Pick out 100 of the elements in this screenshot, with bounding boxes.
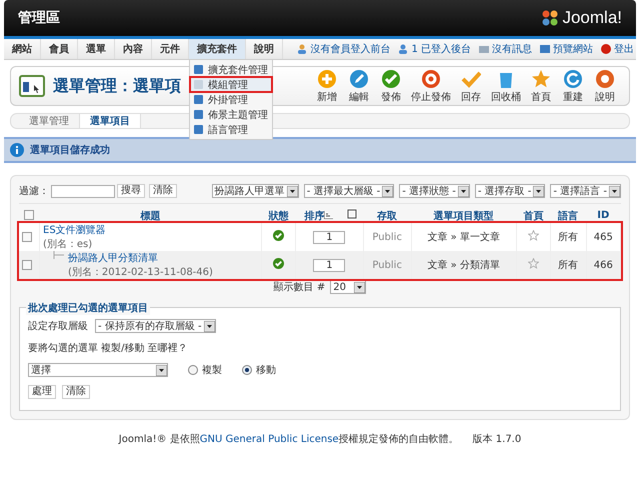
filter-select[interactable]: - 選擇最大層級 -	[304, 184, 394, 198]
dropdown-item[interactable]: 外掛管理	[190, 92, 272, 107]
dropdown-arrow-icon	[533, 186, 544, 196]
toolbar-button[interactable]: 回收桶	[487, 68, 525, 104]
status-link[interactable]: 沒有會員登入前台	[310, 42, 390, 56]
published-icon[interactable]	[273, 258, 284, 269]
dropdown-arrow-icon	[382, 186, 394, 196]
batch-legend: 批次處理已勾選的選單項目	[26, 301, 150, 315]
row-checkbox[interactable]	[22, 232, 32, 242]
item-title-link[interactable]: ES文件瀏覽器	[43, 223, 106, 237]
page-size-label: 顯示數目 #	[274, 280, 326, 294]
column-header[interactable]: ID	[586, 208, 620, 223]
menu-item[interactable]: 選單	[78, 39, 115, 59]
menu-manager-icon	[19, 75, 45, 97]
dropdown-arrow-icon	[609, 186, 620, 196]
version-text: 版本 1.7.0	[472, 432, 522, 446]
page-title: 選單管理：選單項	[53, 76, 181, 96]
menu-item[interactable]: 會員	[41, 39, 78, 59]
toolbar-button[interactable]: 重建	[557, 68, 589, 104]
filter-select[interactable]: 扮謁路人甲選單	[212, 184, 299, 198]
footer-text: Joomla!® 是依照	[118, 433, 200, 446]
radio-button[interactable]	[188, 365, 198, 375]
alert-icon	[601, 44, 611, 54]
move-question: 要將勾選的選單 複製/移動 至哪裡？	[28, 342, 188, 355]
star-icon[interactable]	[528, 230, 539, 241]
order-field[interactable]: 1	[313, 230, 346, 244]
batch-button[interactable]: 處理	[28, 385, 56, 399]
license-link[interactable]: GNU General Public License	[200, 434, 339, 444]
status-link[interactable]: 沒有訊息	[492, 42, 532, 56]
filter-select[interactable]: - 選擇存取 -	[474, 184, 546, 198]
dropdown-arrow-icon	[354, 282, 366, 292]
save-order-icon[interactable]	[347, 209, 358, 219]
column-header[interactable]: 存取	[363, 208, 412, 223]
home-icon	[531, 68, 551, 88]
radio-label: 複製	[202, 364, 222, 377]
filter-button[interactable]: 搜尋	[117, 184, 145, 198]
menu-item[interactable]: 網站	[4, 39, 41, 59]
column-header[interactable]: 標題	[40, 208, 262, 223]
radio-button[interactable]	[242, 365, 252, 375]
filter-label: 過濾：	[19, 184, 49, 198]
row-checkbox[interactable]	[22, 260, 32, 270]
toolbar-button[interactable]: 新增	[311, 68, 343, 104]
filter-select[interactable]: - 選擇狀態 -	[399, 184, 470, 198]
status-link[interactable]: 1 已登入後台	[411, 42, 471, 56]
page-size-select[interactable]: 20	[330, 280, 366, 294]
add-icon	[317, 68, 337, 88]
filter-select[interactable]: - 選擇語言 -	[550, 184, 621, 198]
unpublish-icon	[421, 68, 441, 88]
dropdown-arrow-icon	[458, 186, 469, 196]
order-field[interactable]: 1	[313, 258, 346, 272]
dropdown-item[interactable]: 佈景主題管理	[190, 107, 272, 122]
toolbar-button[interactable]: 發佈	[375, 68, 407, 104]
user-icon	[398, 44, 408, 54]
toolbar-button[interactable]: 編輯	[343, 68, 375, 104]
dropdown-item[interactable]: 語言管理	[190, 122, 272, 137]
submenu-tab[interactable]: 選單項目	[80, 114, 141, 128]
dropdown-item[interactable]: 模組管理	[190, 77, 272, 92]
table-cell: 文章 » 分類清單	[411, 251, 516, 279]
rebuild-icon	[563, 68, 583, 88]
item-title-link[interactable]: 扮謁路人甲分類清單	[68, 251, 213, 265]
toolbar-button[interactable]: 回存	[455, 68, 487, 104]
access-select[interactable]: - 保持原有的存取層級 -	[95, 319, 216, 333]
toolbar-button[interactable]: 說明	[589, 68, 621, 104]
header-title: 管理區	[18, 9, 60, 27]
star-icon[interactable]	[528, 258, 539, 269]
access-label: 設定存取層級	[28, 320, 88, 333]
status-link[interactable]: 預覽網站	[553, 42, 593, 56]
table-cell: 所有	[550, 251, 586, 279]
logo-icon	[541, 9, 560, 27]
menu-item[interactable]: 擴充套件	[189, 39, 246, 59]
footer-text: 授權規定發佈的自由軟體。	[338, 432, 459, 446]
publish-icon	[381, 68, 401, 88]
success-message: 選單項目儲存成功	[30, 144, 110, 157]
select-all-checkbox[interactable]	[24, 210, 34, 220]
column-header[interactable]: 語言	[550, 208, 586, 223]
filter-button[interactable]: 清除	[149, 184, 177, 198]
item-alias: (別名：es)	[43, 238, 94, 251]
info-icon	[10, 143, 24, 157]
table-cell: Public	[363, 251, 412, 279]
item-alias: (別名：2012-02-13-11-08-46)	[68, 266, 213, 279]
target-select[interactable]: 選擇	[28, 363, 168, 377]
toolbar-button[interactable]: 首頁	[525, 68, 557, 104]
column-header[interactable]: 選單項目類型	[411, 208, 516, 223]
toolbar-button[interactable]: 停止發佈	[407, 68, 455, 104]
batch-button[interactable]: 清除	[62, 385, 90, 399]
dropdown-arrow-icon	[156, 364, 167, 376]
tree-branch-icon	[53, 251, 65, 259]
filter-field[interactable]	[51, 184, 115, 198]
dropdown-item[interactable]: 擴充套件管理	[190, 62, 272, 77]
column-header[interactable]: 狀態	[262, 208, 296, 223]
status-link[interactable]: 登出	[614, 42, 634, 56]
help-icon	[595, 68, 615, 88]
column-header[interactable]: 首頁	[516, 208, 550, 223]
menu-item[interactable]: 內容	[115, 39, 152, 59]
published-icon[interactable]	[273, 230, 284, 241]
user-icon	[297, 44, 308, 54]
logo-text: Joomla!	[562, 8, 622, 28]
column-header[interactable]: 排序	[304, 210, 324, 222]
dropdown-arrow-icon	[204, 320, 215, 332]
menu-item[interactable]: 說明	[246, 39, 283, 59]
